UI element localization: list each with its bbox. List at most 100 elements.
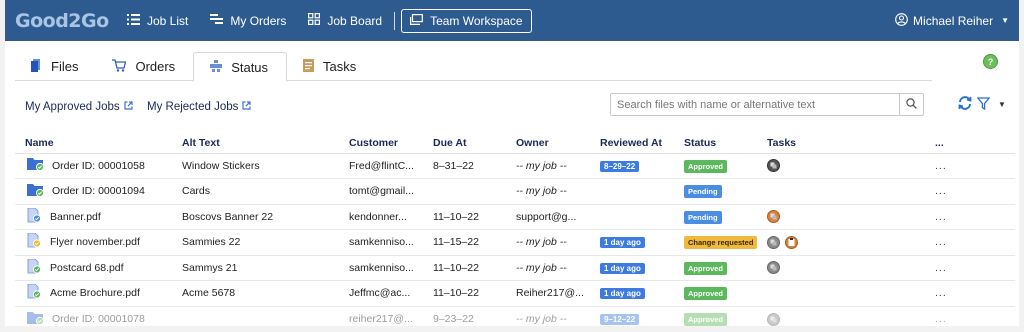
table-row[interactable]: Postcard 68.pdf Sammys 21 samkenniso... …	[15, 255, 1015, 281]
item-name[interactable]: Postcard 68.pdf	[50, 262, 124, 274]
my-rejected-jobs-link[interactable]: My Rejected Jobs	[147, 101, 252, 113]
col-tasks[interactable]: Tasks	[767, 133, 935, 154]
row-more-menu[interactable]: ...	[935, 280, 1015, 307]
reviewed-date-badge: 8–29–22	[600, 160, 640, 172]
user-menu[interactable]: Michael Reiher ▼	[895, 12, 1009, 29]
tab-orders[interactable]: Orders	[96, 52, 193, 81]
cell-customer: samkenniso...	[349, 255, 433, 281]
row-more-menu[interactable]: ...	[935, 153, 1015, 179]
cell-name[interactable]: Banner.pdf	[15, 204, 182, 230]
list-icon	[127, 13, 140, 28]
table-row[interactable]: Order ID: 00001058 Window Stickers Fred@…	[15, 153, 1015, 179]
cell-due-at: 11–10–22	[433, 255, 516, 281]
row-more-menu[interactable]: ...	[935, 255, 1015, 281]
help-icon[interactable]: ?	[983, 54, 998, 69]
cell-name[interactable]: Order ID: 00001094	[15, 178, 182, 205]
item-name[interactable]: Order ID: 00001058	[52, 160, 145, 172]
nav-my-orders-label: My Orders	[230, 13, 287, 28]
table-row[interactable]: Order ID: 00001078 reiher217@... 9–23–22…	[15, 306, 1015, 332]
table-header-row: Name Alt Text Customer Due At Owner Revi…	[15, 133, 1015, 154]
tab-tasks[interactable]: Tasks	[287, 52, 374, 81]
cell-name[interactable]: Acme Brochure.pdf	[15, 280, 182, 307]
status-badge: Approved	[684, 313, 728, 326]
nav-job-board[interactable]: Job Board	[308, 13, 382, 28]
task-icon[interactable]	[767, 261, 780, 275]
nav-job-list[interactable]: Job List	[127, 13, 189, 28]
tab-status[interactable]: Status	[193, 52, 288, 82]
cell-status: Approved	[684, 153, 767, 179]
my-approved-jobs-label: My Approved Jobs	[25, 101, 120, 113]
nav-job-board-label: Job Board	[327, 13, 383, 28]
orders-icon	[210, 13, 224, 28]
item-name[interactable]: Acme Brochure.pdf	[50, 287, 140, 299]
row-more-menu[interactable]: ...	[935, 204, 1015, 230]
clipboard-task-icon[interactable]	[785, 235, 798, 249]
item-name[interactable]: Order ID: 00001094	[52, 185, 145, 197]
refresh-icon[interactable]	[958, 96, 972, 113]
col-alt-text[interactable]: Alt Text	[182, 133, 349, 154]
tab-files[interactable]: Files	[15, 52, 96, 81]
filter-icon[interactable]	[976, 96, 991, 113]
col-reviewed-at[interactable]: Reviewed At	[600, 133, 684, 154]
search-box	[610, 93, 924, 116]
row-more-menu[interactable]: ...	[935, 229, 1015, 256]
reviewed-date-badge: 1 day ago	[600, 262, 645, 274]
task-icon[interactable]	[767, 159, 780, 173]
col-more[interactable]: ...	[935, 133, 1015, 154]
task-icon[interactable]	[767, 235, 780, 249]
status-badge: Pending	[684, 210, 722, 224]
task-icon[interactable]	[767, 312, 780, 326]
table-row[interactable]: Banner.pdf Boscovs Banner 22 kendonner..…	[15, 204, 1015, 230]
task-icon[interactable]	[767, 210, 780, 224]
cell-name[interactable]: Postcard 68.pdf	[15, 255, 182, 281]
status-icon	[210, 59, 223, 75]
col-customer[interactable]: Customer	[349, 133, 433, 154]
cell-owner: -- my job --	[516, 229, 600, 256]
item-name[interactable]: Banner.pdf	[50, 211, 101, 223]
cell-reviewed-at: 1 day ago	[600, 229, 684, 256]
user-name: Michael Reiher	[913, 13, 994, 28]
app-frame: Good2Go Job List My Orders Job Board Tea…	[5, 0, 1019, 326]
col-name[interactable]: Name	[15, 133, 182, 154]
col-status[interactable]: Status	[684, 133, 767, 154]
cell-name[interactable]: Order ID: 00001058	[15, 153, 182, 179]
nav-my-orders[interactable]: My Orders	[210, 13, 287, 28]
external-link-icon	[124, 101, 133, 113]
table-row[interactable]: Acme Brochure.pdf Acme 5678 Jeffmc@ac...…	[15, 280, 1015, 307]
cell-customer: tomt@gmail...	[349, 178, 433, 205]
table-row[interactable]: Flyer november.pdf Sammies 22 samkenniso…	[15, 229, 1015, 256]
workspace-icon	[410, 13, 423, 28]
cell-tasks	[767, 280, 935, 307]
table-row[interactable]: Order ID: 00001094 Cards tomt@gmail... -…	[15, 178, 1015, 205]
cell-alt-text	[182, 306, 349, 332]
cell-status: Pending	[684, 178, 767, 205]
chevron-down-icon: ▼	[1001, 16, 1009, 25]
chevron-down-icon[interactable]: ▼	[998, 100, 1006, 109]
cell-alt-text: Boscovs Banner 22	[182, 204, 349, 230]
folder-icon	[27, 183, 45, 200]
cell-customer: kendonner...	[349, 204, 433, 230]
nav-team-workspace[interactable]: Team Workspace	[401, 8, 532, 33]
cell-due-at	[433, 178, 516, 205]
brand-logo[interactable]: Good2Go	[15, 10, 127, 32]
item-name[interactable]: Flyer november.pdf	[50, 236, 140, 248]
row-more-menu[interactable]: ...	[935, 306, 1015, 332]
item-name[interactable]: Order ID: 00001078	[52, 313, 145, 325]
search-button[interactable]	[899, 94, 923, 115]
cell-owner: -- my job --	[516, 178, 600, 205]
col-due-at[interactable]: Due At	[433, 133, 516, 154]
col-owner[interactable]: Owner	[516, 133, 600, 154]
search-input[interactable]	[611, 94, 899, 115]
nav-job-list-label: Job List	[147, 13, 189, 28]
my-approved-jobs-link[interactable]: My Approved Jobs	[25, 101, 133, 113]
grid-icon	[308, 13, 321, 28]
row-more-menu[interactable]: ...	[935, 178, 1015, 205]
cell-reviewed-at	[600, 178, 684, 205]
cell-owner: -- my job --	[516, 255, 600, 281]
status-badge: Change requested	[684, 236, 758, 250]
cell-name[interactable]: Order ID: 00001078	[15, 306, 182, 332]
cell-due-at: 11–10–22	[433, 280, 516, 307]
cell-status: Approved	[684, 280, 767, 307]
cell-name[interactable]: Flyer november.pdf	[15, 229, 182, 256]
cell-tasks	[767, 153, 935, 179]
